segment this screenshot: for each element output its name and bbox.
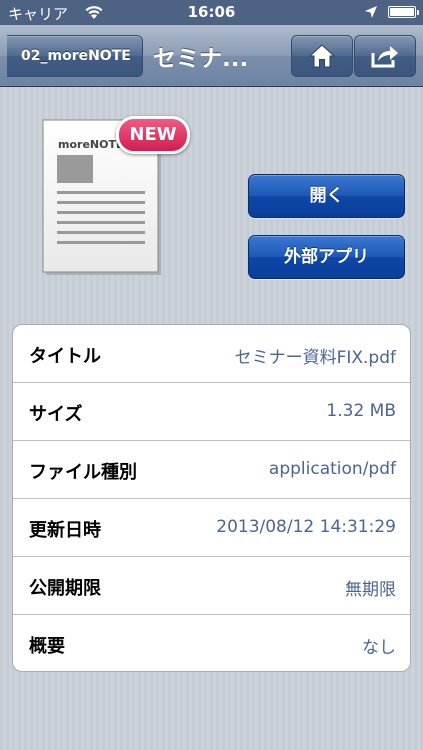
location-arrow-icon [365,6,377,18]
info-value: 無期限 [345,580,396,600]
info-value: 1.32 MB [326,401,396,421]
home-button[interactable] [291,35,353,77]
info-label: サイズ [29,404,83,425]
external-app-button[interactable]: 外部アプリ [248,235,405,279]
back-button[interactable]: 02_moreNOTE [0,34,143,78]
info-label: 更新日時 [29,520,101,541]
info-label: タイトル [29,346,101,367]
new-badge: NEW [116,116,190,154]
file-info-table: タイトル セミナー資料FIX.pdf サイズ 1.32 MB ファイル種別 ap… [12,324,411,672]
info-label: 概要 [29,636,65,657]
info-row-title: タイトル セミナー資料FIX.pdf [13,325,410,383]
open-button[interactable]: 開く [248,174,405,218]
info-value: application/pdf [268,459,396,479]
info-value: なし [362,638,396,658]
info-label: 公開期限 [29,578,101,599]
info-value: 2013/08/12 14:31:29 [216,517,396,537]
info-row-summary: 概要 なし [13,615,410,671]
home-icon [308,44,336,68]
battery-icon [388,6,419,18]
page-title: セミナ... [153,46,249,72]
document-brand-label: moreNOTE [58,138,124,151]
navigation-bar: 02_moreNOTE セミナ... [0,25,423,87]
status-bar: キャリア 16:06 [0,0,423,25]
status-time: 16:06 [187,3,236,21]
info-value: セミナー資料FIX.pdf [234,348,396,368]
info-label: ファイル種別 [29,462,137,483]
info-row-size: サイズ 1.32 MB [13,383,410,441]
share-icon [371,46,398,68]
info-row-file-type: ファイル種別 application/pdf [13,441,410,499]
info-row-updated: 更新日時 2013/08/12 14:31:29 [13,499,410,557]
back-button-label: 02_moreNOTE [21,48,131,64]
info-row-expiry: 公開期限 無期限 [13,557,410,615]
share-button[interactable] [354,35,416,77]
